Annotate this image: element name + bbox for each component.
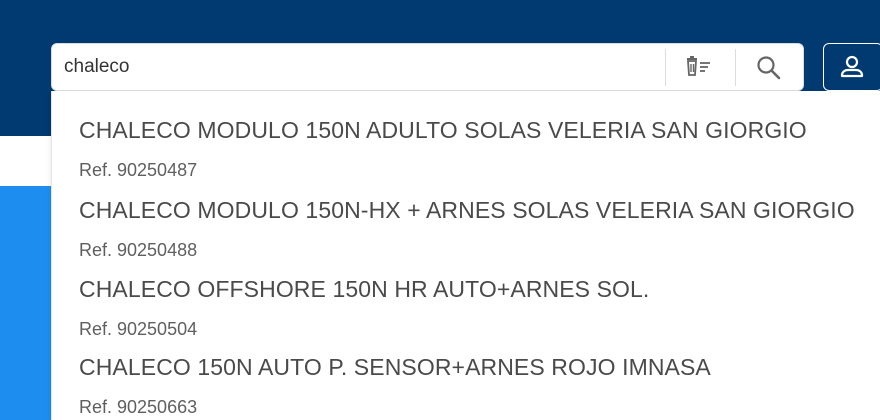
- search-bar: [51, 43, 804, 91]
- suggestion-name: CHALECO 150N AUTO P. SENSOR+ARNES ROJO I…: [79, 354, 711, 380]
- suggestion-ref: Ref. 90250488: [79, 240, 198, 260]
- suggestion-name: CHALECO OFFSHORE 150N HR AUTO+ARNES SOL.: [79, 276, 650, 302]
- suggestion-item[interactable]: CHALECO OFFSHORE 150N HR AUTO+ARNES SOL.…: [52, 265, 880, 345]
- search-divider: [665, 49, 666, 86]
- search-suggestions-dropdown: CHALECO MODULO 150N ADULTO SOLAS VELERIA…: [51, 91, 880, 420]
- clear-filter-icon: [687, 56, 710, 76]
- suggestion-ref: Ref. 90250504: [79, 319, 198, 339]
- suggestion-name: CHALECO MODULO 150N-HX + ARNES SOLAS VEL…: [79, 197, 855, 223]
- suggestion-item[interactable]: CHALECO MODULO 150N ADULTO SOLAS VELERIA…: [52, 106, 880, 186]
- search-button[interactable]: [744, 50, 794, 86]
- search-divider: [735, 49, 736, 86]
- suggestion-ref: Ref. 90250487: [79, 160, 198, 180]
- side-panel: [0, 186, 52, 420]
- search-icon: [757, 56, 781, 80]
- search-input[interactable]: [64, 52, 654, 82]
- suggestion-item[interactable]: CHALECO 150N AUTO P. SENSOR+ARNES ROJO I…: [52, 343, 880, 420]
- user-account-button[interactable]: [823, 43, 880, 91]
- suggestion-ref: Ref. 90250663: [79, 397, 198, 417]
- user-icon: [840, 55, 864, 78]
- suggestion-name: CHALECO MODULO 150N ADULTO SOLAS VELERIA…: [79, 117, 807, 143]
- suggestion-item[interactable]: CHALECO MODULO 150N-HX + ARNES SOLAS VEL…: [52, 186, 880, 266]
- clear-filter-button[interactable]: [674, 50, 724, 86]
